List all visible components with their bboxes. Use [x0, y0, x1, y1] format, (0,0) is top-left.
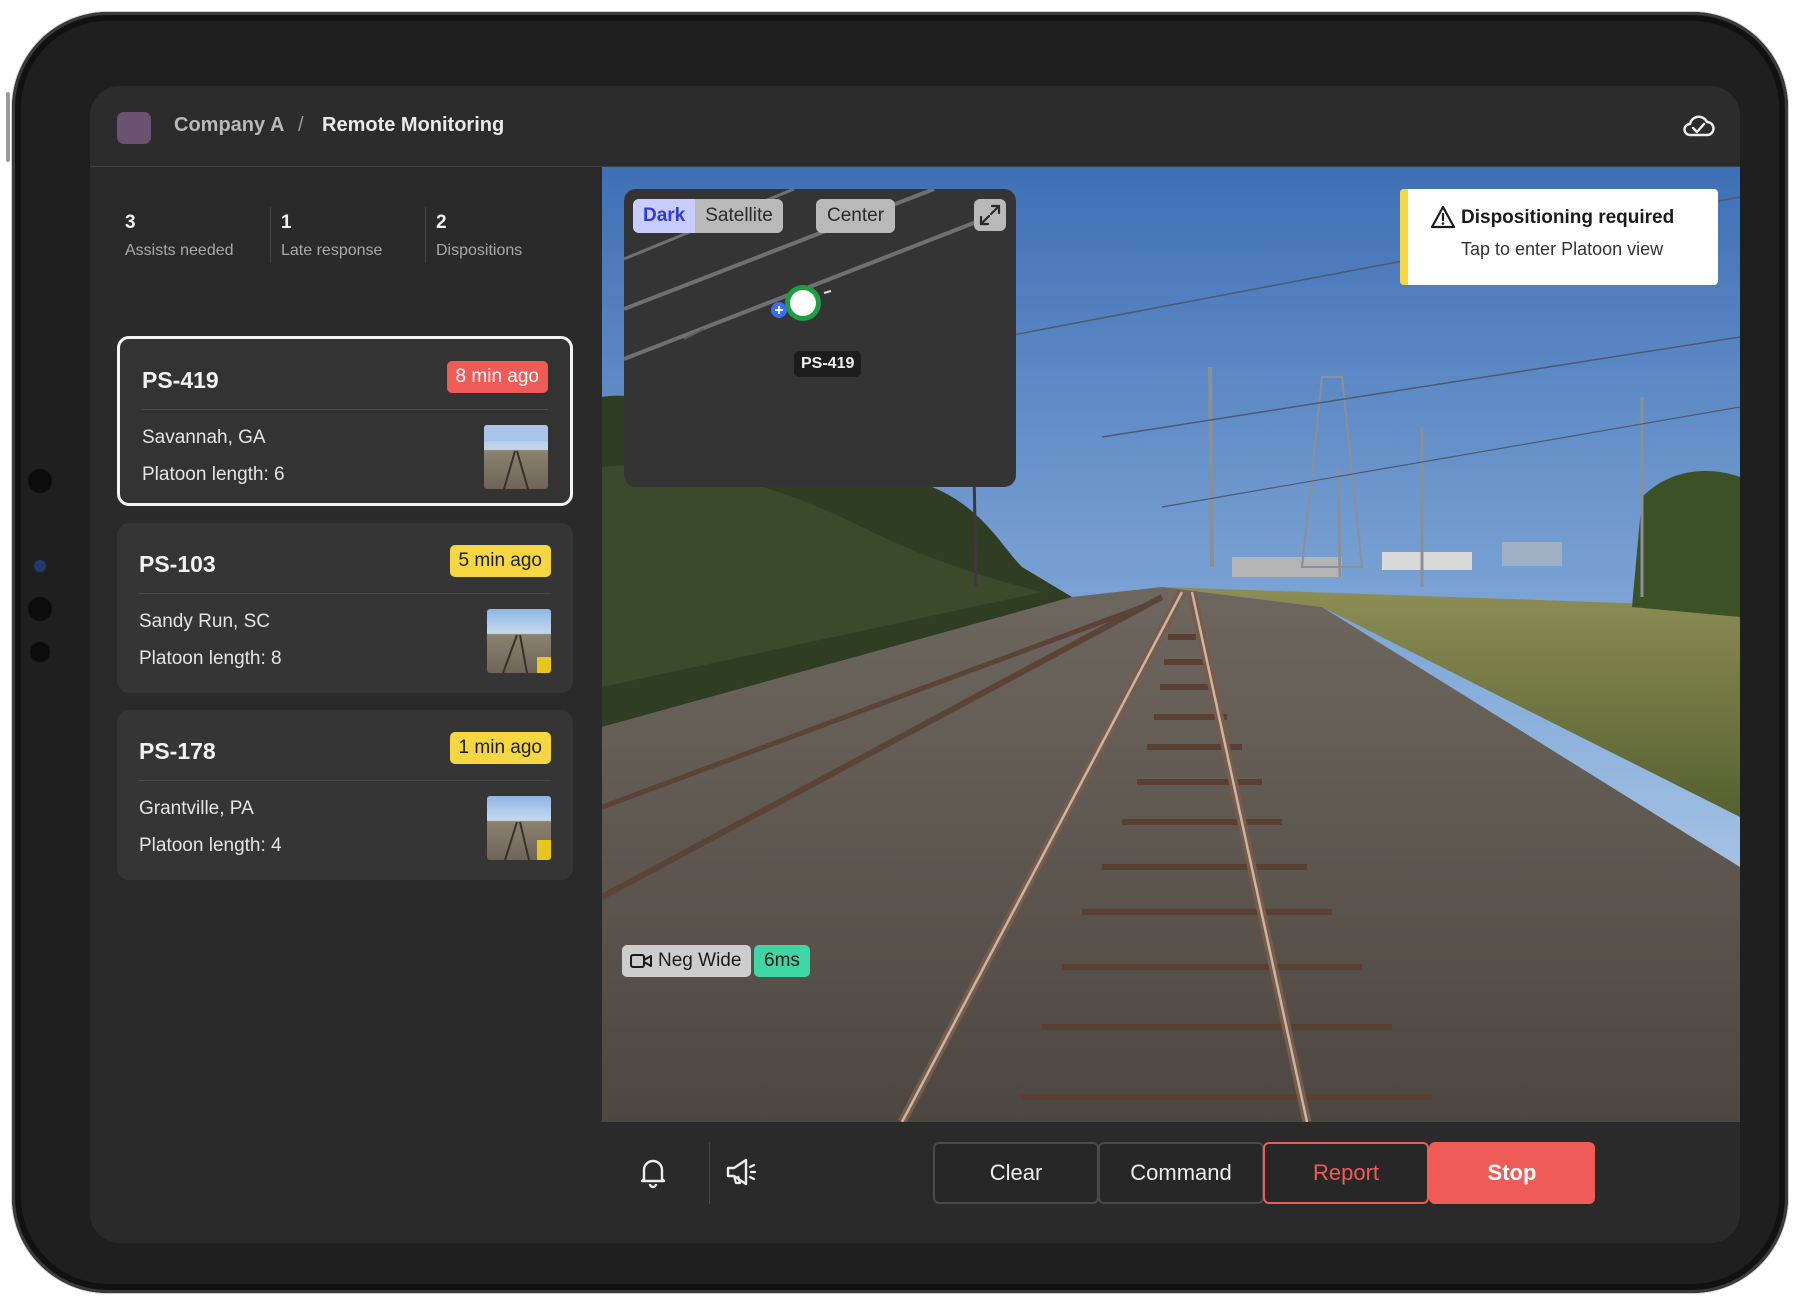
command-button[interactable]: Command: [1098, 1142, 1264, 1204]
notification-accent: [1400, 189, 1408, 285]
divider: [270, 207, 271, 263]
warning-icon: [1430, 205, 1456, 229]
company-logo[interactable]: [117, 112, 151, 144]
time-badge: 8 min ago: [446, 361, 548, 393]
tablet-frame: Company A / Remote Monitoring 3 Assists …: [6, 12, 1788, 1293]
sensor-dot: [28, 597, 52, 621]
stat-value: 1: [281, 212, 292, 233]
stat-label: Late response: [281, 242, 383, 259]
platoon-length: Platoon length: 6: [142, 464, 285, 485]
platoon-length: Platoon length: 4: [139, 835, 282, 856]
divider: [142, 409, 548, 410]
stat-dispositions: 2 Dispositions: [436, 212, 522, 260]
platoon-id: PS-178: [139, 738, 216, 764]
divider: [709, 1142, 710, 1204]
platoon-marker-icon[interactable]: [769, 281, 839, 341]
platoon-sidebar: 3 Assists needed 1 Late response 2 Dispo…: [90, 167, 601, 1243]
stat-value: 2: [436, 212, 447, 233]
divider: [139, 780, 551, 781]
platoon-length: Platoon length: 8: [139, 648, 282, 669]
cloud-check-icon[interactable]: [1680, 110, 1716, 142]
sensor-dot: [28, 469, 52, 493]
platoon-location: Sandy Run, SC: [139, 611, 270, 632]
bell-icon[interactable]: [633, 1152, 673, 1192]
divider: [139, 593, 551, 594]
map-style-dark[interactable]: Dark: [633, 199, 696, 233]
action-bar: Clear Command Report Stop: [602, 1122, 1740, 1243]
side-button: [6, 92, 10, 162]
camera-thumbnail: [484, 425, 548, 489]
stat-assists-needed: 3 Assists needed: [125, 212, 234, 260]
camera-thumbnail: [487, 609, 551, 673]
expand-icon[interactable]: [974, 199, 1006, 231]
platoon-location: Grantville, PA: [139, 798, 254, 819]
stop-button[interactable]: Stop: [1429, 1142, 1595, 1204]
notification-title: Dispositioning required: [1461, 207, 1675, 228]
platoon-location: Savannah, GA: [142, 427, 266, 448]
sensor-dot: [30, 642, 50, 662]
breadcrumb-company[interactable]: Company A: [174, 114, 284, 137]
notification-subtitle: Tap to enter Platoon view: [1461, 239, 1664, 259]
stat-label: Assists needed: [125, 242, 234, 259]
divider: [425, 207, 426, 263]
platoon-card-ps-419[interactable]: PS-419 8 min ago Savannah, GA Platoon le…: [117, 336, 573, 506]
stat-label: Dispositions: [436, 242, 523, 259]
time-badge: 1 min ago: [449, 732, 551, 764]
map-center-button[interactable]: Center: [816, 199, 896, 233]
map-style-toggle: Dark Satellite: [633, 199, 783, 233]
mini-map[interactable]: Dark Satellite Center PS-419: [624, 189, 1016, 487]
time-badge: 5 min ago: [449, 545, 551, 577]
disposition-notification[interactable]: Dispositioning required Tap to enter Pla…: [1400, 189, 1718, 285]
report-button[interactable]: Report: [1263, 1142, 1429, 1204]
front-camera: [34, 560, 46, 572]
platoon-card-ps-178[interactable]: PS-178 1 min ago Grantville, PA Platoon …: [117, 710, 573, 880]
camera-selector[interactable]: Neg Wide: [622, 945, 752, 977]
platoon-id: PS-419: [142, 367, 219, 393]
video-camera-icon: [630, 954, 652, 968]
camera-feed[interactable]: Dark Satellite Center PS-419 Disposition…: [602, 167, 1740, 1122]
app-screen: Company A / Remote Monitoring 3 Assists …: [90, 86, 1740, 1243]
camera-thumbnail: [487, 796, 551, 860]
stat-late-response: 1 Late response: [281, 212, 382, 260]
app-header: Company A / Remote Monitoring: [90, 86, 1740, 167]
latency-badge: 6ms: [754, 945, 810, 977]
map-marker-label: PS-419: [794, 351, 862, 377]
map-style-satellite[interactable]: Satellite: [695, 199, 783, 233]
breadcrumb-current-page: Remote Monitoring: [322, 114, 505, 136]
platoon-id: PS-103: [139, 551, 216, 577]
camera-name: Neg Wide: [658, 950, 742, 971]
megaphone-icon[interactable]: [722, 1152, 762, 1192]
platoon-card-ps-103[interactable]: PS-103 5 min ago Sandy Run, SC Platoon l…: [117, 523, 573, 693]
stat-value: 3: [125, 212, 136, 233]
clear-button[interactable]: Clear: [933, 1142, 1099, 1204]
breadcrumb-separator: /: [298, 114, 304, 136]
